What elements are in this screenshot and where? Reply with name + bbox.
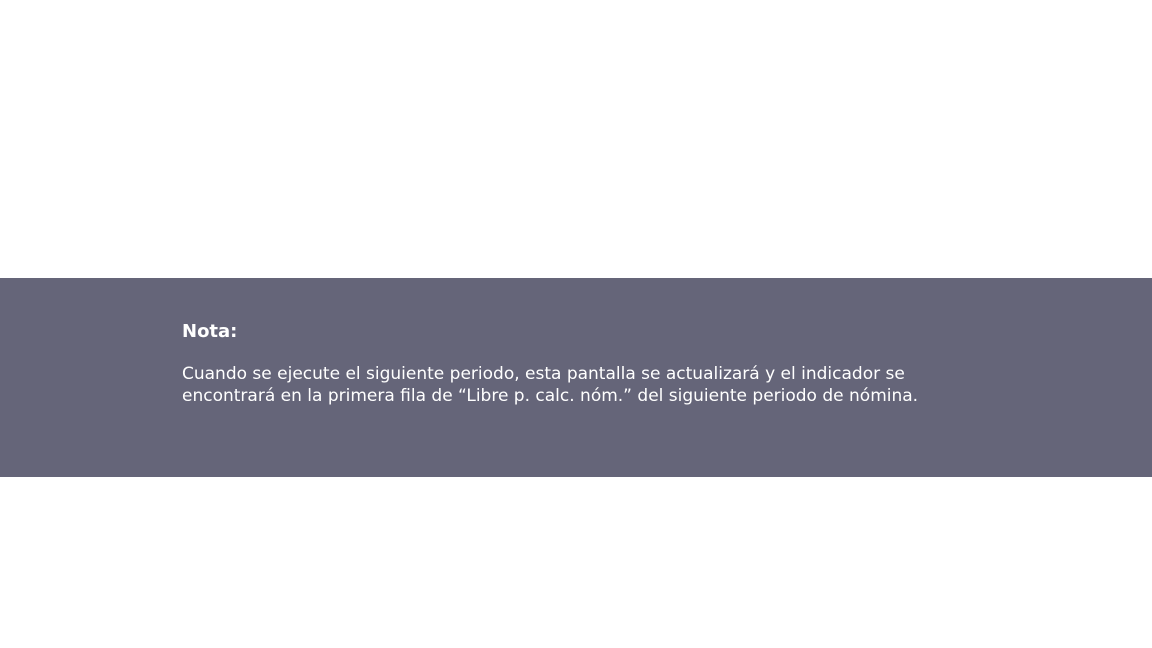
note-banner: Nota: Cuando se ejecute el siguiente per… — [0, 278, 1152, 477]
note-content: Nota: Cuando se ejecute el siguiente per… — [182, 320, 982, 407]
slide-page: Nota: Cuando se ejecute el siguiente per… — [0, 0, 1152, 648]
note-title: Nota: — [182, 321, 238, 342]
note-body: Cuando se ejecute el siguiente periodo, … — [182, 364, 982, 407]
note-body-line-1: Cuando se ejecute el siguiente periodo, … — [182, 364, 905, 384]
note-body-line-2: encontrará en la primera fila de “Libre … — [182, 385, 919, 406]
